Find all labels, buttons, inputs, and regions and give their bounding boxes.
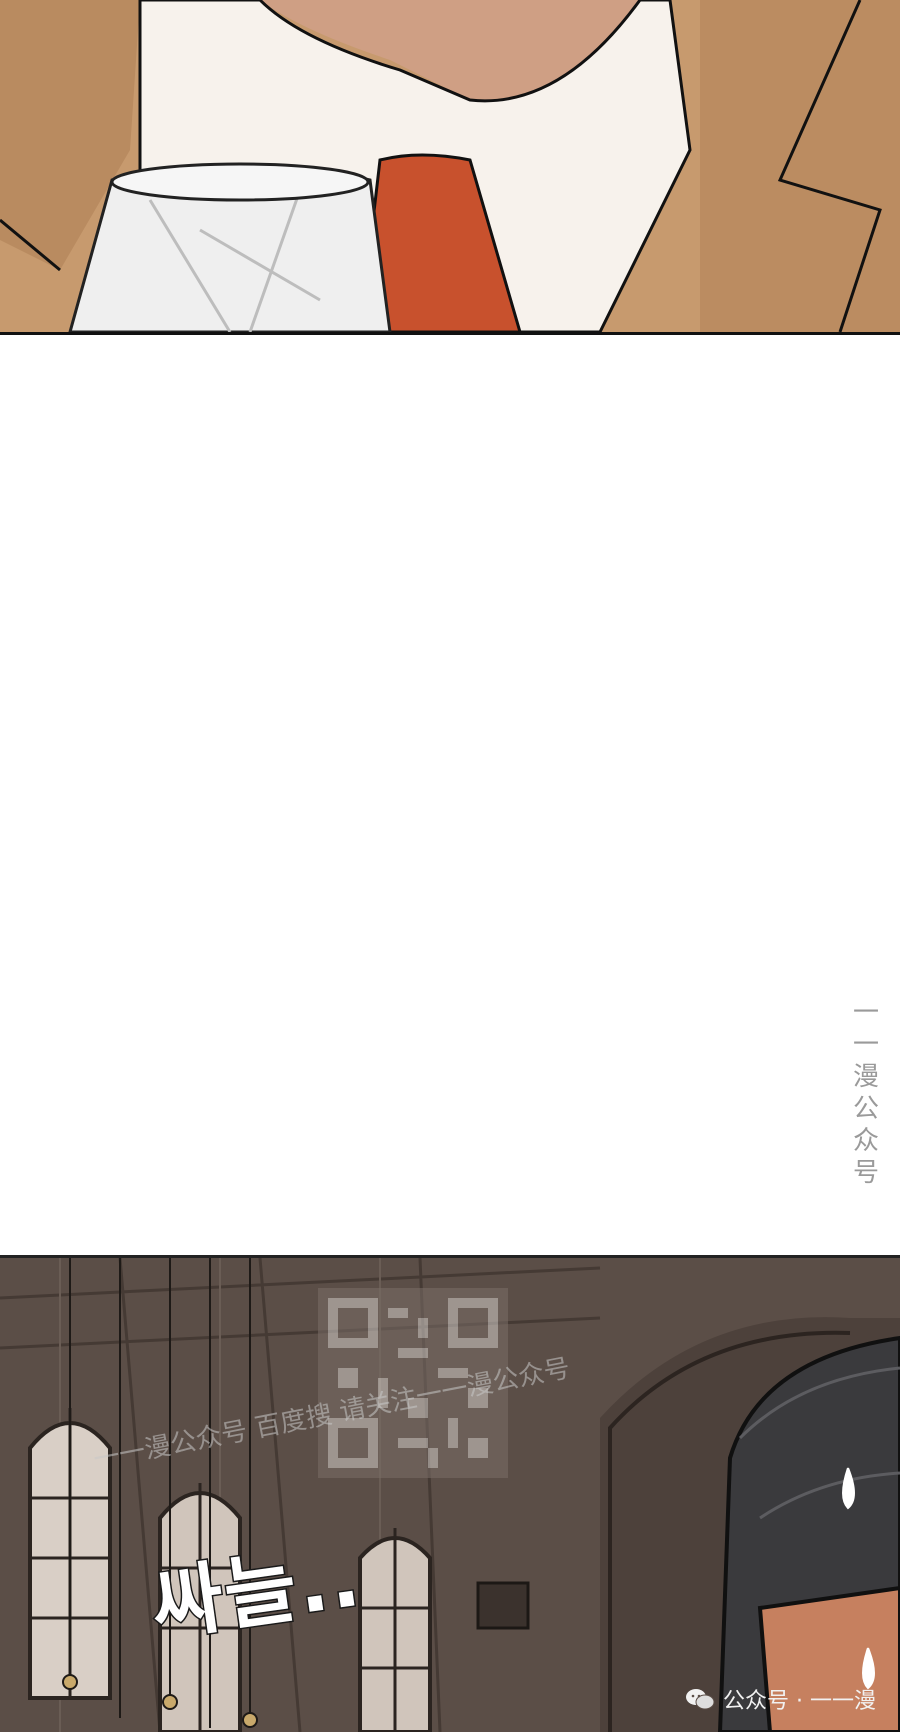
vertical-watermark-char: 众 (852, 1126, 879, 1156)
vertical-watermark-char: 公 (852, 1094, 879, 1124)
footer-watermark-label: 公众号 · 一一漫 (723, 1689, 876, 1714)
wechat-icon (686, 1689, 715, 1710)
panel-top-art (0, 0, 900, 332)
vertical-watermark-char: 号 (852, 1158, 879, 1188)
panel-top (0, 0, 900, 335)
footer-watermark: 公众号 · 一一漫 (685, 1683, 876, 1715)
vertical-watermark-char: 一 (852, 1030, 879, 1060)
vertical-watermark: 一 一 漫 公 众 号 (846, 1000, 886, 1186)
vertical-watermark-char: 漫 (852, 1062, 879, 1092)
panel-gutter (0, 335, 900, 1255)
vertical-watermark-char: 一 (852, 998, 879, 1028)
